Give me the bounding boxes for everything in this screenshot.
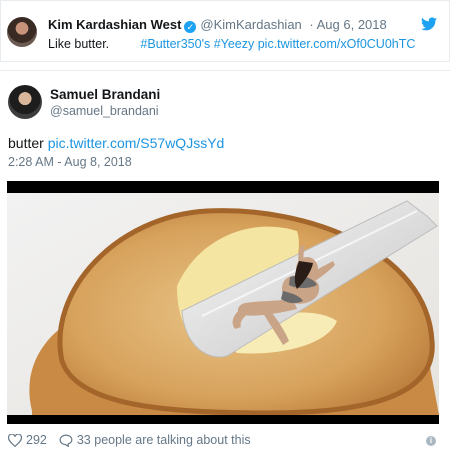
- butter-toast-illustration: [7, 181, 439, 424]
- verified-badge-icon: ✓: [184, 21, 197, 33]
- samuel-avatar[interactable]: [8, 85, 42, 119]
- author-name[interactable]: Samuel Brandani: [50, 87, 160, 102]
- quoted-date[interactable]: · Aug 6, 2018: [309, 17, 386, 32]
- quoted-text-plain: Like butter.: [48, 37, 110, 51]
- quoted-tweet-header: Kim Kardashian West ✓ @KimKardashian · Aug…: [48, 17, 387, 33]
- quoted-link[interactable]: pic.twitter.com/xOf0CU0hTC: [258, 37, 416, 51]
- info-icon[interactable]: i: [426, 436, 436, 446]
- tweet-text-plain: butter: [8, 135, 44, 151]
- tweet-timestamp[interactable]: 2:28 AM - Aug 8, 2018: [8, 155, 132, 169]
- quoted-author-handle[interactable]: @KimKardashian: [200, 17, 301, 32]
- talking-count[interactable]: 33 people are talking about this: [77, 433, 251, 447]
- heart-icon[interactable]: [8, 433, 22, 447]
- tweet-media-image[interactable]: [7, 181, 439, 424]
- quoted-hashtags[interactable]: #Butter350's #Yeezy: [140, 37, 254, 51]
- embedded-tweet: Samuel Brandani @samuel_brandani butter …: [0, 70, 450, 460]
- twitter-bird-icon[interactable]: [421, 17, 437, 31]
- quoted-tweet-card[interactable]: Kim Kardashian West ✓ @KimKardashian · Aug…: [0, 0, 450, 62]
- quoted-author-name[interactable]: Kim Kardashian West: [48, 17, 181, 32]
- tweet-text: butter pic.twitter.com/S57wQJssYd: [8, 135, 224, 151]
- tweet-actions: 292 33 people are talking about this: [8, 433, 251, 447]
- like-count[interactable]: 292: [26, 433, 47, 447]
- comment-icon[interactable]: [59, 434, 73, 447]
- kim-avatar[interactable]: [7, 17, 37, 47]
- author-handle[interactable]: @samuel_brandani: [50, 104, 159, 118]
- quoted-tweet-text: Like butter. #Butter350's #Yeezy pic.twi…: [48, 37, 415, 51]
- tweet-media-link[interactable]: pic.twitter.com/S57wQJssYd: [48, 135, 225, 151]
